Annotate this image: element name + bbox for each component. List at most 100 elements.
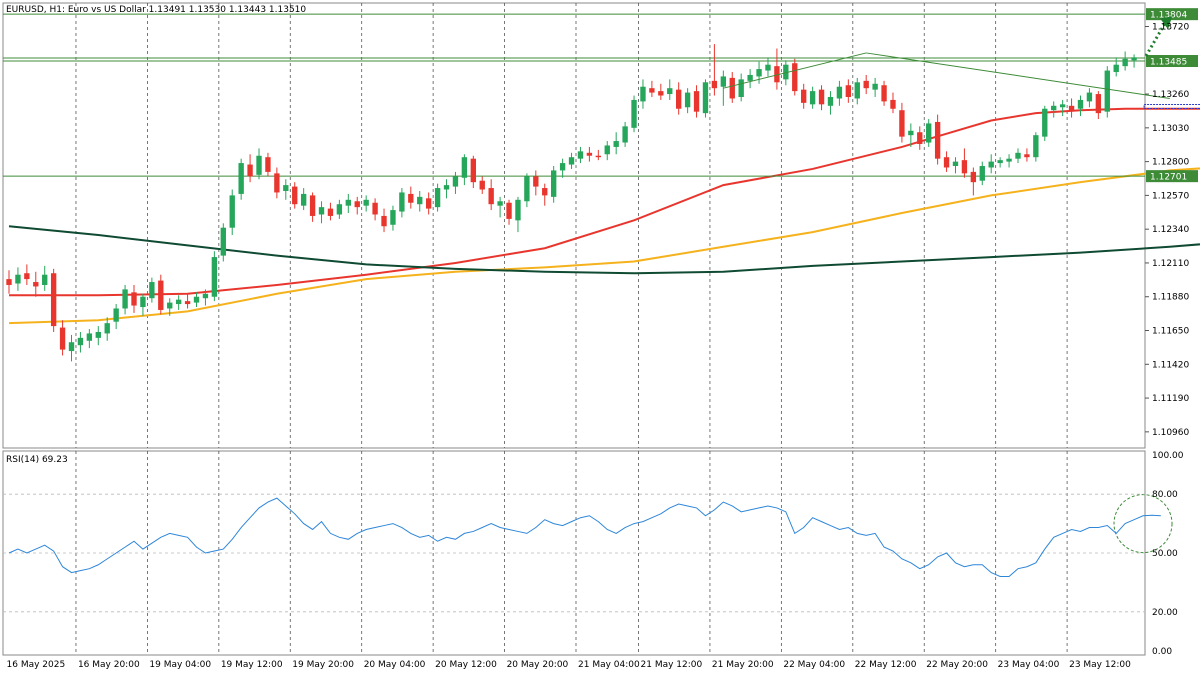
- candle-body: [6, 279, 12, 285]
- y-tick-label: 1.12340: [1152, 225, 1189, 235]
- moving-average-line: [8, 225, 1200, 275]
- rsi-y-tick-label: 80.00: [1152, 490, 1178, 500]
- rsi-y-tick-label: 0.00: [1152, 647, 1172, 657]
- candle-body: [1059, 104, 1066, 108]
- rsi-highlight-circle: [1113, 494, 1173, 554]
- chart-header: EURUSD, H1: Euro vs US Dollar 1.13491 1.…: [6, 5, 306, 15]
- candle-body: [586, 152, 593, 156]
- candle-body: [175, 299, 182, 305]
- candle-body: [113, 308, 119, 322]
- candle-body: [488, 188, 494, 205]
- axis-layer: 16 May 2025 16 May 20:00 19 May 04:00 19 Ma…: [7, 22, 1190, 670]
- y-tick-label: 1.13260: [1152, 90, 1189, 100]
- candle-body: [247, 164, 253, 177]
- candle-body: [792, 63, 798, 92]
- candle-body: [738, 79, 744, 97]
- candle-body: [524, 176, 530, 202]
- candle-body: [452, 176, 459, 187]
- candle-body: [300, 193, 307, 206]
- candle-body: [765, 64, 771, 71]
- candle-body: [363, 199, 369, 206]
- candle-body: [256, 155, 262, 175]
- level-label: 1.12701: [1150, 173, 1187, 183]
- candle-body: [408, 193, 414, 203]
- candle-body: [131, 292, 137, 306]
- x-tick-label: 16 May 20:00: [78, 660, 140, 670]
- candle-body: [595, 155, 602, 158]
- candle-body: [292, 186, 298, 205]
- candle-body: [845, 85, 852, 97]
- candle-body: [104, 323, 110, 334]
- y-tick-label: 1.13030: [1152, 124, 1189, 134]
- candle-body: [1015, 152, 1021, 159]
- candle-body: [1104, 70, 1110, 112]
- candle-body: [399, 192, 405, 212]
- y-tick-label: 1.12110: [1152, 259, 1189, 269]
- x-tick-label: 22 May 12:00: [855, 660, 917, 670]
- candle-body: [988, 161, 994, 168]
- moving-average-line: [9, 107, 1200, 297]
- x-tick-label: 22 May 04:00: [783, 660, 845, 670]
- y-tick-label: 1.11650: [1152, 327, 1189, 337]
- candle-body: [238, 163, 244, 194]
- candle-body: [631, 99, 637, 128]
- y-tick-label: 1.10960: [1152, 428, 1189, 438]
- candle-body: [1095, 94, 1102, 114]
- candle-body: [1122, 58, 1128, 67]
- candle-body: [77, 337, 84, 346]
- candle-body: [979, 166, 985, 181]
- candle-body: [622, 126, 628, 143]
- candle-body: [533, 176, 539, 187]
- candle-body: [434, 188, 441, 208]
- candle-body: [336, 204, 343, 215]
- candle-body: [711, 80, 718, 89]
- candle-body: [1006, 158, 1012, 162]
- candle-body: [318, 207, 325, 215]
- x-tick-label: 19 May 04:00: [149, 660, 211, 670]
- candle-body: [1042, 108, 1048, 137]
- candle-body: [167, 302, 173, 309]
- candle-body: [604, 145, 610, 155]
- candle-body: [345, 199, 351, 206]
- candle-body: [211, 257, 218, 297]
- candle-body: [997, 160, 1003, 164]
- candle-body: [827, 96, 834, 106]
- annotation-layer: [723, 16, 1200, 554]
- rsi-layer: [3, 493, 1161, 613]
- candle-body: [1051, 105, 1057, 111]
- x-tick-label: 22 May 20:00: [926, 660, 988, 670]
- candle-body: [158, 280, 164, 310]
- x-tick-label: 20 May 04:00: [364, 660, 426, 670]
- candle-body: [381, 215, 387, 227]
- candle-body: [461, 157, 468, 178]
- candle-body: [1068, 105, 1075, 111]
- candle-body: [836, 86, 843, 99]
- candle-body: [667, 88, 673, 95]
- candle-body: [943, 157, 950, 168]
- candle-body: [50, 273, 57, 327]
- main-panel-frame: [2, 2, 1146, 449]
- candle-body: [676, 89, 682, 109]
- candle-body: [702, 82, 709, 114]
- candle-body: [809, 91, 816, 105]
- rsi-y-tick-label: 50.00: [1152, 549, 1178, 559]
- candle-body: [729, 77, 735, 99]
- candle-body: [1113, 64, 1119, 73]
- candle-body: [872, 83, 878, 90]
- candle-body: [863, 80, 869, 89]
- candle-body: [202, 293, 209, 299]
- frame-layer: [2, 2, 1146, 656]
- candle-body: [926, 123, 932, 143]
- x-tick-label: 19 May 12:00: [221, 660, 283, 670]
- candle-body: [140, 296, 146, 308]
- candle-body: [568, 157, 575, 165]
- x-tick-label: 23 May 04:00: [998, 660, 1060, 670]
- candle-body: [95, 331, 101, 338]
- y-tick-label: 1.12570: [1152, 191, 1189, 201]
- candle-body: [265, 157, 271, 172]
- candle-body: [818, 89, 825, 105]
- candle-body: [559, 163, 566, 171]
- candle-body: [934, 121, 941, 159]
- candle-body: [720, 76, 727, 87]
- candle-body: [497, 201, 503, 206]
